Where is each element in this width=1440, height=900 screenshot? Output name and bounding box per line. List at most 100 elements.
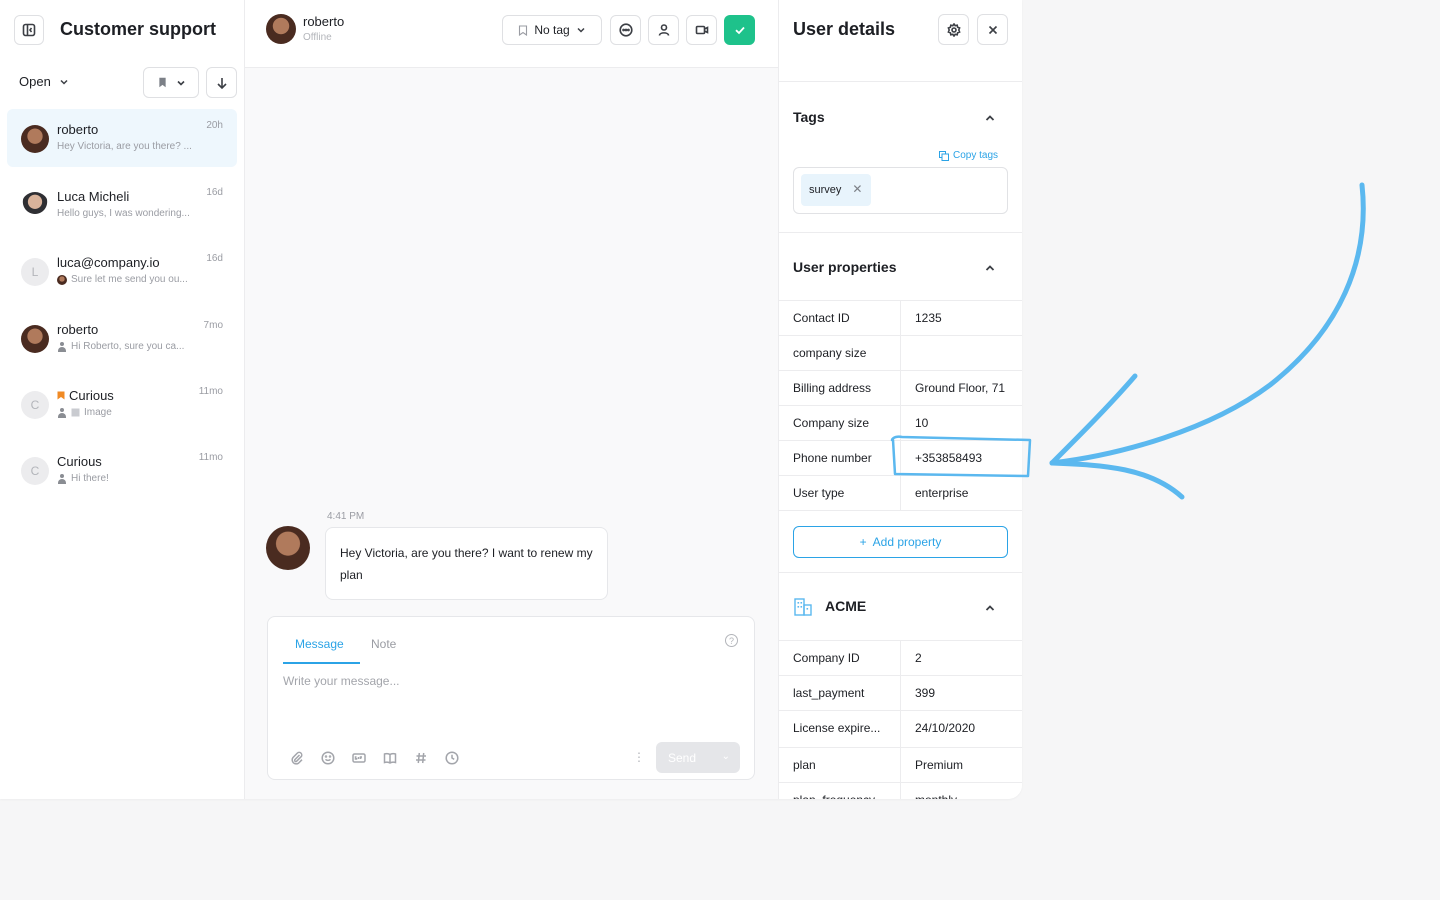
conversation-item[interactable]: Luca Micheli Hello guys, I was wondering… [7, 176, 237, 234]
sidebar-icon [22, 23, 36, 37]
arrow-shaft [1049, 182, 1366, 466]
gear-icon [946, 22, 961, 37]
send-button[interactable]: Send ⌄ [656, 742, 740, 773]
company-property-row[interactable]: plan_frequency monthly [779, 782, 1022, 799]
avatar: C [21, 457, 49, 485]
collapse-user-properties-button[interactable] [984, 261, 996, 273]
chevron-down-icon [60, 79, 68, 85]
avatar [21, 125, 49, 153]
tab-note[interactable]: Note [371, 637, 396, 651]
video-call-button[interactable] [686, 15, 717, 45]
property-row[interactable]: Phone number +353858493 [779, 440, 1022, 476]
property-key: Billing address [793, 381, 872, 395]
message-input[interactable]: Write your message... [283, 674, 399, 688]
knowledge-base-icon[interactable] [381, 749, 399, 767]
property-key: User type [793, 486, 845, 500]
property-key: Company size [793, 416, 870, 430]
chat-user-status: Offline [303, 32, 332, 43]
company-property-row[interactable]: last_payment 399 [779, 675, 1022, 711]
bookmark-icon [57, 391, 65, 400]
agent-person-icon [57, 473, 67, 484]
conversation-preview-text: Sure let me send you ou... [71, 274, 188, 285]
property-row[interactable]: company size [779, 335, 1022, 371]
attachment-icon[interactable] [288, 749, 306, 767]
property-row[interactable]: Billing address Ground Floor, 71 [779, 370, 1022, 406]
property-row[interactable]: Company size 10 [779, 405, 1022, 441]
message-bubble: Hey Victoria, are you there? I want to r… [325, 527, 608, 600]
more-options-button[interactable] [610, 15, 641, 45]
conversation-item[interactable]: roberto Hey Victoria, are you there? ...… [7, 109, 237, 167]
avatar [21, 192, 49, 220]
resolve-button[interactable] [724, 15, 755, 45]
add-property-button[interactable]: + Add property [793, 526, 1008, 558]
property-row[interactable]: Contact ID 1235 [779, 300, 1022, 336]
conversation-time: 16d [206, 187, 223, 198]
conversation-name: Curious [57, 388, 114, 403]
sidebar-toggle-button[interactable] [14, 15, 44, 45]
property-key: company size [793, 346, 867, 360]
conversation-name: Curious [57, 454, 102, 469]
divider [779, 572, 1022, 573]
chevron-down-icon [176, 80, 185, 86]
avatar: C [21, 391, 49, 419]
user-properties-title: User properties [793, 259, 897, 275]
conversation-preview-text: Hey Victoria, are you there? ... [57, 141, 192, 152]
details-title: User details [793, 19, 896, 39]
property-key: plan [793, 758, 816, 772]
property-row[interactable]: User type enterprise [779, 475, 1022, 511]
emoji-icon[interactable] [319, 749, 337, 767]
tag-filter-button[interactable] [143, 67, 199, 98]
tab-message[interactable]: Message [295, 637, 344, 651]
help-icon[interactable]: ? [725, 634, 738, 647]
conversation-time: 16d [206, 253, 223, 264]
property-value: Premium [915, 758, 964, 772]
agent-person-icon [57, 341, 67, 352]
collapse-company-button[interactable] [984, 601, 996, 613]
tag-dropdown[interactable]: No tag [502, 15, 602, 45]
user-details-panel: User details Tags Copy tags survey ✕ Use… [778, 0, 1022, 799]
company-property-row[interactable]: Company ID 2 [779, 640, 1022, 676]
check-icon [734, 26, 745, 35]
clock-icon[interactable] [443, 749, 461, 767]
column-separator [900, 336, 901, 371]
gif-icon[interactable] [350, 749, 368, 767]
arrow-head-lower [1049, 460, 1185, 500]
agent-person-icon [57, 407, 67, 418]
copy-tags-label: Copy tags [953, 150, 999, 161]
company-property-row[interactable]: License expire... 24/10/2020 [779, 710, 1022, 748]
chat-header: roberto Offline No tag [245, 0, 778, 68]
hashtag-icon[interactable] [412, 749, 430, 767]
phone-number-value: +353858493 [915, 451, 983, 465]
column-separator [900, 371, 901, 406]
divider [779, 81, 1022, 82]
remove-tag-icon[interactable]: ✕ [852, 182, 862, 196]
conversation-item[interactable]: C Curious Hi there! 11mo [7, 441, 237, 499]
active-tab-indicator [283, 662, 360, 664]
settings-button[interactable] [938, 14, 969, 45]
tag-chip: survey ✕ [801, 174, 872, 206]
conversation-preview-text: Hi Roberto, sure you ca... [71, 341, 185, 352]
property-key: Contact ID [793, 311, 850, 325]
conversation-item[interactable]: C Curious Image 11mo [7, 375, 237, 433]
copy-tags-link[interactable]: Copy tags [939, 150, 998, 161]
chat-panel: roberto Offline No tag 4:41 PM Hey Victo… [245, 0, 778, 799]
collapse-tags-button[interactable] [984, 111, 996, 123]
sort-button[interactable] [206, 67, 237, 98]
chat-user-name[interactable]: roberto [303, 14, 344, 29]
chevron-up-icon [985, 115, 995, 121]
divider [779, 232, 1022, 233]
conversation-name: roberto [57, 322, 99, 337]
conversation-item[interactable]: roberto Hi Roberto, sure you ca... 7mo [7, 309, 237, 367]
image-icon [71, 408, 80, 417]
more-circle-icon [618, 23, 633, 37]
tags-input[interactable]: survey ✕ [793, 167, 1008, 214]
company-property-row[interactable]: plan Premium [779, 747, 1022, 783]
assign-user-button[interactable] [648, 15, 679, 45]
close-button[interactable] [977, 14, 1008, 45]
more-vertical-icon[interactable]: ⋮ [633, 750, 645, 764]
conversation-item[interactable]: L luca@company.io Sure let me send you o… [7, 242, 237, 300]
chevron-down-icon: ⌄ [721, 751, 730, 762]
conversation-preview: Hello guys, I was wondering... [57, 208, 202, 219]
status-filter-dropdown[interactable]: Open [19, 74, 69, 89]
conversation-preview: Sure let me send you ou... [57, 274, 202, 285]
